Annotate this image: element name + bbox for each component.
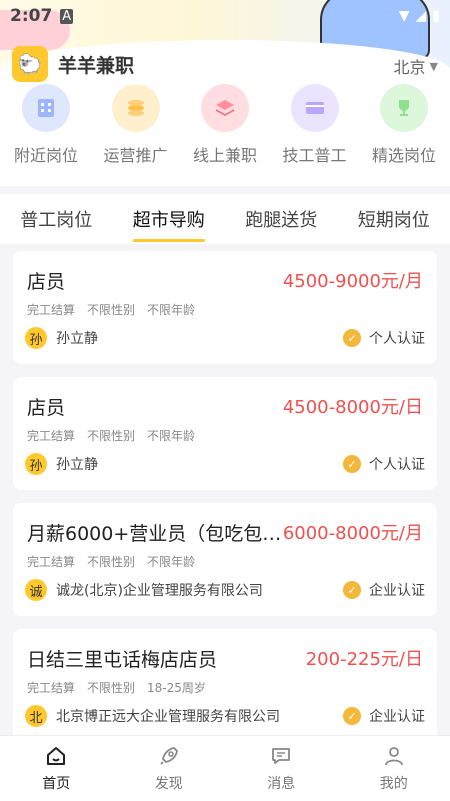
- verified-icon: ✓: [343, 329, 361, 347]
- job-tags: 完工结算 不限性别 18-25周岁: [27, 679, 206, 696]
- nav-label: 消息: [267, 776, 296, 792]
- job-tag: 完工结算: [27, 681, 76, 695]
- signal-icon: ◢: [415, 8, 427, 24]
- category-label: 技工普工: [282, 146, 347, 165]
- job-title: 店员: [27, 271, 66, 293]
- job-tag: 完工结算: [27, 429, 76, 443]
- tab-delivery[interactable]: 跑腿送货: [245, 194, 317, 244]
- job-card[interactable]: 月薪6000+营业员（包吃包住... 6000-8000元/月 完工结算 不限性…: [13, 503, 437, 616]
- category-nearby[interactable]: 附近岗位: [8, 84, 84, 166]
- building-icon: [22, 84, 70, 132]
- nav-messages[interactable]: 消息: [241, 744, 321, 793]
- job-tags: 完工结算 不限性别 不限年龄: [27, 427, 195, 444]
- job-title: 月薪6000+营业员（包吃包住...: [27, 523, 297, 545]
- job-salary: 200-225元/日: [305, 649, 423, 670]
- trophy-icon: [380, 84, 428, 132]
- job-tags: 完工结算 不限性别 不限年龄: [27, 301, 195, 318]
- category-label: 运营推广: [103, 146, 168, 165]
- verified-icon: ✓: [343, 707, 361, 725]
- job-tag: 完工结算: [27, 303, 76, 317]
- job-poster: 孙 孙立静: [25, 327, 98, 349]
- nav-label: 首页: [42, 776, 71, 792]
- avatar: 诚: [25, 579, 47, 601]
- chevron-down-icon: ▼: [429, 59, 438, 73]
- rocket-icon: [157, 744, 181, 768]
- notification-icon: A: [60, 8, 74, 24]
- job-type-tabs: 普工岗位 超市导购 跑腿送货 短期岗位: [0, 194, 450, 244]
- poster-name: 诚龙(北京)企业管理服务有限公司: [56, 583, 263, 599]
- app-logo-icon: 🐑: [12, 46, 48, 82]
- job-card[interactable]: 日结三里屯话梅店店员 200-225元/日 完工结算 不限性别 18-25周岁 …: [13, 629, 437, 742]
- job-card[interactable]: 店员 4500-9000元/月 完工结算 不限性别 不限年龄 孙 孙立静 ✓ 个…: [13, 251, 437, 364]
- verification-badge: ✓ 企业认证: [343, 580, 425, 600]
- verification-badge: ✓ 企业认证: [343, 706, 425, 726]
- wifi-icon: ▼: [398, 8, 410, 24]
- app-bar: 🐑 羊羊兼职: [12, 46, 134, 82]
- poster-name: 孙立静: [56, 457, 98, 473]
- category-grid: 附近岗位 运营推广 线上兼职 技工普工 精选岗位: [0, 84, 450, 166]
- tab-short-term[interactable]: 短期岗位: [358, 194, 430, 244]
- category-label: 附近岗位: [13, 146, 78, 165]
- job-salary: 4500-9000元/月: [282, 271, 423, 292]
- job-tag: 不限性别: [87, 681, 136, 695]
- nav-discover[interactable]: 发现: [129, 744, 209, 793]
- category-online[interactable]: 线上兼职: [187, 84, 263, 166]
- nav-home[interactable]: 首页: [16, 744, 96, 793]
- status-bar: 2:07 A ▼ ◢ ▮: [0, 0, 450, 32]
- battery-icon: ▮: [432, 8, 440, 24]
- job-poster: 诚 诚龙(北京)企业管理服务有限公司: [25, 579, 263, 601]
- verification-badge: ✓ 个人认证: [343, 454, 425, 474]
- nav-profile[interactable]: 我的: [354, 744, 434, 793]
- avatar: 北: [25, 705, 47, 727]
- job-tag: 完工结算: [27, 555, 76, 569]
- avatar: 孙: [25, 453, 47, 475]
- job-tag: 不限性别: [87, 555, 136, 569]
- category-label: 精选岗位: [371, 146, 436, 165]
- layers-icon: [201, 84, 249, 132]
- city-label: 北京: [393, 58, 426, 77]
- job-tag: 不限性别: [87, 429, 136, 443]
- tab-general-labor[interactable]: 普工岗位: [20, 194, 92, 244]
- verified-icon: ✓: [343, 581, 361, 599]
- category-skilled[interactable]: 技工普工: [277, 84, 353, 166]
- home-icon: [44, 744, 68, 768]
- category-promotion[interactable]: 运营推广: [98, 84, 174, 166]
- avatar: 孙: [25, 327, 47, 349]
- verification-label: 企业认证: [369, 709, 425, 725]
- message-icon: [269, 744, 293, 768]
- city-selector[interactable]: 北京 ▼: [394, 54, 438, 78]
- job-title: 日结三里屯话梅店店员: [27, 649, 218, 671]
- job-salary: 4500-8000元/日: [282, 397, 423, 418]
- user-icon: [382, 744, 406, 768]
- category-label: 线上兼职: [192, 146, 257, 165]
- job-tag: 不限年龄: [147, 303, 196, 317]
- app-title: 羊羊兼职: [58, 54, 135, 77]
- job-poster: 北 北京博正远大企业管理服务有限公司: [25, 705, 280, 727]
- tab-supermarket[interactable]: 超市导购: [132, 194, 205, 244]
- poster-name: 北京博正远大企业管理服务有限公司: [56, 709, 280, 725]
- coins-icon: [111, 84, 160, 132]
- poster-name: 孙立静: [56, 331, 98, 347]
- job-tag: 18-25周岁: [147, 681, 206, 695]
- job-poster: 孙 孙立静: [25, 453, 98, 475]
- verification-label: 企业认证: [369, 583, 425, 599]
- verification-label: 个人认证: [369, 457, 425, 473]
- job-tag: 不限年龄: [147, 555, 196, 569]
- job-card[interactable]: 店员 4500-8000元/日 完工结算 不限性别 不限年龄 孙 孙立静 ✓ 个…: [13, 377, 437, 490]
- job-tag: 不限性别: [87, 303, 136, 317]
- verified-icon: ✓: [343, 455, 361, 473]
- job-list: 店员 4500-9000元/月 完工结算 不限性别 不限年龄 孙 孙立静 ✓ 个…: [13, 251, 437, 755]
- category-featured[interactable]: 精选岗位: [366, 84, 442, 166]
- job-tags: 完工结算 不限性别 不限年龄: [27, 553, 195, 570]
- verification-label: 个人认证: [369, 331, 425, 347]
- verification-badge: ✓ 个人认证: [343, 328, 425, 348]
- status-time: 2:07: [10, 6, 53, 26]
- job-tag: 不限年龄: [147, 429, 196, 443]
- card-icon: [290, 84, 339, 132]
- job-salary: 6000-8000元/月: [282, 523, 423, 544]
- job-title: 店员: [27, 397, 66, 419]
- nav-label: 发现: [154, 776, 183, 792]
- nav-label: 我的: [379, 776, 408, 792]
- bottom-navigation: 首页 发现 消息 我的: [0, 735, 450, 801]
